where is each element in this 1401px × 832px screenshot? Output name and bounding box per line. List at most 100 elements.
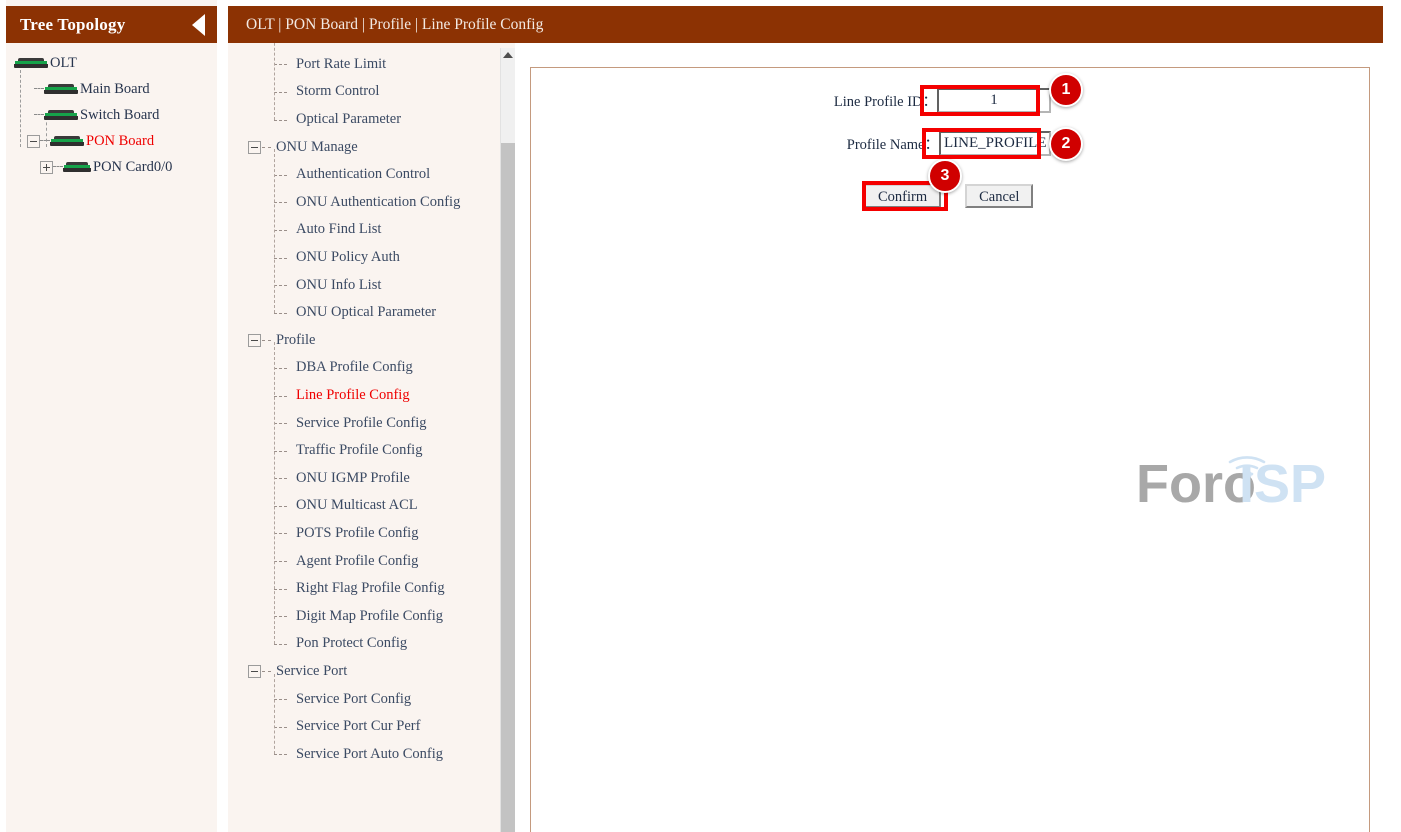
- nav-item-port-rate-limit[interactable]: Port Rate Limit: [246, 51, 501, 79]
- nav-item-port-extend-config[interactable]: Port Extend Config: [246, 43, 501, 51]
- nav-item-label: Traffic Profile Config: [296, 442, 423, 459]
- tree-node-label: Main Board: [80, 80, 150, 97]
- nav-item-digit-map-profile-config[interactable]: Digit Map Profile Config: [246, 602, 501, 630]
- nav-item-agent-profile-config[interactable]: Agent Profile Config: [246, 547, 501, 575]
- nav-item-onu-igmp-profile[interactable]: ONU IGMP Profile: [246, 465, 501, 493]
- tree-branch-dash: [262, 146, 271, 148]
- nav-item-label: Agent Profile Config: [296, 552, 419, 569]
- profile-name-input[interactable]: [939, 131, 1051, 156]
- nav-item-label: Pon Protect Config: [296, 635, 408, 652]
- nav-item-label: Service Profile Config: [296, 414, 427, 431]
- tree-node-switch-board[interactable]: Switch Board: [6, 102, 217, 128]
- nav-item-label: Line Profile Config: [296, 387, 410, 404]
- expand-plus-icon[interactable]: [40, 160, 53, 174]
- tree-topology-header: Tree Topology: [6, 6, 217, 43]
- nav-item-service-port-config[interactable]: Service Port Config: [246, 685, 501, 713]
- nav-item-label: Profile: [276, 331, 316, 348]
- scrollbar-thumb[interactable]: [501, 143, 515, 832]
- nav-item-label: DBA Profile Config: [296, 359, 413, 376]
- tree-topology-panel: Tree Topology OLT Main Board Switch Boar…: [6, 0, 217, 832]
- nav-item-traffic-profile-config[interactable]: Traffic Profile Config: [246, 437, 501, 465]
- cancel-button[interactable]: Cancel: [965, 184, 1034, 208]
- nav-item-line-profile-config[interactable]: Line Profile Config: [246, 382, 501, 410]
- nav-item-onu-policy-auth[interactable]: ONU Policy Auth: [246, 244, 501, 272]
- nav-item-label: Digit Map Profile Config: [296, 607, 444, 624]
- nav-item-service-port-cur-perf[interactable]: Service Port Cur Perf: [246, 713, 501, 741]
- nav-item-label: ONU Authentication Config: [296, 193, 461, 210]
- nav-item-pon-protect-config[interactable]: Pon Protect Config: [246, 630, 501, 658]
- nav-item-right-flag-profile-config[interactable]: Right Flag Profile Config: [246, 575, 501, 603]
- tree-branch-dash: [34, 114, 44, 116]
- tree-node-olt[interactable]: OLT: [6, 50, 217, 76]
- nav-item-optical-parameter[interactable]: Optical Parameter: [246, 106, 501, 134]
- nav-item-authentication-control[interactable]: Authentication Control: [246, 161, 501, 189]
- callout-1: 1: [1049, 73, 1083, 107]
- tree-node-pon-card[interactable]: PON Card0/0: [6, 154, 217, 180]
- collapse-minus-icon[interactable]: [27, 134, 40, 148]
- nav-item-label: Auto Find List: [296, 221, 382, 238]
- device-icon: [44, 109, 78, 121]
- line-profile-id-input[interactable]: [937, 88, 1051, 113]
- tree-node-label: PON Card0/0: [93, 158, 173, 175]
- line-profile-id-row: Line Profile ID：: [531, 88, 1051, 113]
- nav-connector-line: [274, 43, 275, 120]
- nav-item-onu-multicast-acl[interactable]: ONU Multicast ACL: [246, 492, 501, 520]
- scroll-up-arrow-icon[interactable]: [501, 48, 515, 62]
- nav-item-label: Authentication Control: [296, 166, 431, 183]
- application-window: Tree Topology OLT Main Board Switch Boar…: [0, 0, 1401, 832]
- tree-topology-title: Tree Topology: [20, 14, 126, 34]
- nav-item-profile[interactable]: Profile: [246, 327, 501, 355]
- svg-text:ISP: ISP: [1239, 454, 1326, 512]
- nav-item-service-profile-config[interactable]: Service Profile Config: [246, 409, 501, 437]
- tree-branch-dash: [40, 140, 50, 142]
- collapse-minus-icon[interactable]: [248, 664, 261, 678]
- breadcrumb: OLT | PON Board | Profile | Line Profile…: [246, 15, 544, 33]
- triangle-left-icon[interactable]: [192, 13, 205, 36]
- callout-2: 2: [1049, 127, 1083, 161]
- nav-item-auto-find-list[interactable]: Auto Find List: [246, 216, 501, 244]
- collapse-minus-icon[interactable]: [248, 333, 261, 347]
- nav-connector-line: [274, 149, 275, 313]
- nav-item-dba-profile-config[interactable]: DBA Profile Config: [246, 354, 501, 382]
- tree-branch-dash: [262, 339, 271, 341]
- nav-connector-line: [274, 342, 275, 644]
- line-profile-id-label: Line Profile ID：: [833, 94, 937, 110]
- foroisp-watermark-logo: Foro ISP: [1136, 440, 1331, 514]
- nav-item-label: Service Port Cur Perf: [296, 718, 421, 735]
- navigation-menu-scroll-area: Port Extend Config Port Rate Limit Storm C…: [228, 43, 501, 832]
- tree-branch-dash: [262, 670, 271, 672]
- tree-node-main-board[interactable]: Main Board: [6, 76, 217, 102]
- nav-item-onu-optical-parameter[interactable]: ONU Optical Parameter: [246, 299, 501, 327]
- nav-item-service-port[interactable]: Service Port: [246, 658, 501, 686]
- nav-item-onu-manage[interactable]: ONU Manage: [246, 133, 501, 161]
- svg-text:Foro: Foro: [1136, 454, 1256, 512]
- confirm-button[interactable]: Confirm: [864, 184, 942, 208]
- device-icon: [50, 135, 84, 147]
- nav-item-label: ONU Optical Parameter: [296, 304, 437, 321]
- nav-item-storm-control[interactable]: Storm Control: [246, 78, 501, 106]
- nav-item-label: ONU IGMP Profile: [296, 469, 410, 486]
- tree-branch-dash: [34, 88, 44, 90]
- nav-item-pots-profile-config[interactable]: POTS Profile Config: [246, 520, 501, 548]
- tree-topology-body: OLT Main Board Switch Board PON Board PO…: [6, 43, 217, 832]
- nav-item-label: Service Port Config: [296, 690, 412, 707]
- nav-item-label: POTS Profile Config: [296, 524, 419, 541]
- callout-3: 3: [928, 159, 962, 193]
- nav-item-onu-info-list[interactable]: ONU Info List: [246, 271, 501, 299]
- nav-item-label: ONU Policy Auth: [296, 249, 400, 266]
- navigation-menu-panel: Port Extend Config Port Rate Limit Storm C…: [228, 43, 515, 832]
- tree-node-label: Switch Board: [80, 106, 160, 123]
- tree-node-label: OLT: [50, 54, 77, 71]
- nav-item-label: Port Rate Limit: [296, 55, 387, 72]
- breadcrumb-bar: OLT | PON Board | Profile | Line Profile…: [228, 6, 1383, 43]
- navigation-scrollbar[interactable]: [500, 48, 515, 832]
- nav-connector-line: [274, 673, 275, 755]
- navigation-menu-list: Port Extend Config Port Rate Limit Storm C…: [228, 43, 501, 768]
- collapse-minus-icon[interactable]: [248, 140, 261, 154]
- nav-item-onu-authentication-config[interactable]: ONU Authentication Config: [246, 189, 501, 217]
- device-icon: [63, 161, 91, 173]
- device-icon: [14, 57, 48, 69]
- nav-item-service-port-auto-config[interactable]: Service Port Auto Config: [246, 740, 501, 768]
- tree-node-pon-board[interactable]: PON Board: [6, 128, 217, 154]
- profile-name-row: Profile Name：: [531, 131, 1051, 156]
